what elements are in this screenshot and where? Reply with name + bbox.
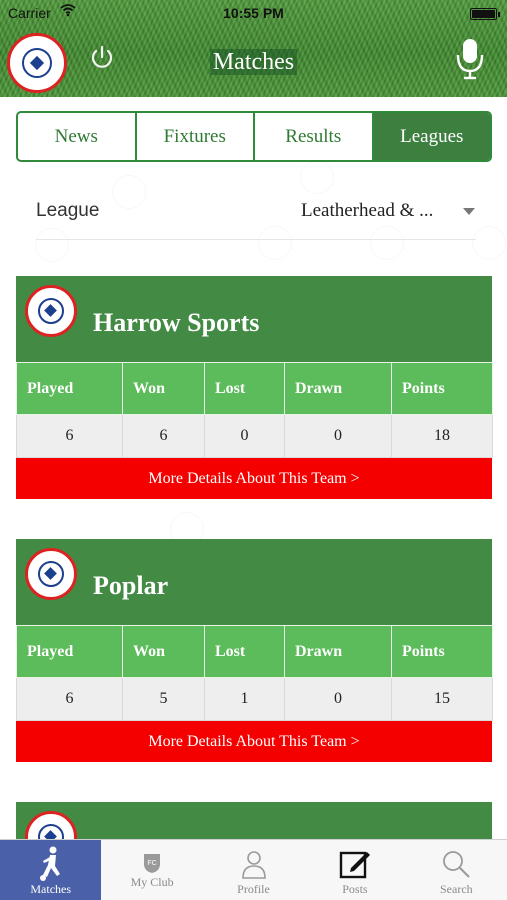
grass-roots-stats-logo	[25, 285, 77, 337]
table-row: 6 6 0 0 18	[16, 414, 493, 458]
col-drawn: Drawn	[284, 362, 392, 415]
tab-label: My Club	[130, 875, 174, 889]
tab-my-club[interactable]: FC My Club	[101, 840, 202, 900]
battery-icon	[470, 8, 500, 20]
tab-label: Profile	[237, 882, 270, 896]
chevron-down-icon	[463, 208, 475, 215]
team-stats-table: Played Won Lost Drawn Points 6 6 0 0 18	[16, 362, 493, 458]
page-title: Matches	[0, 49, 507, 76]
status-bar: Carrier 10:55 PM	[0, 0, 507, 26]
section-segmented-control: News Fixtures Results Leagues	[16, 111, 492, 162]
segment-results[interactable]: Results	[255, 113, 374, 160]
col-drawn: Drawn	[284, 625, 392, 678]
points-value: 18	[391, 414, 493, 458]
drawn-value: 0	[284, 677, 392, 721]
team-card-header: Poplar	[16, 539, 492, 625]
grass-roots-stats-logo	[25, 811, 77, 839]
col-played: Played	[16, 625, 123, 678]
tab-label: Search	[440, 882, 473, 896]
grass-roots-stats-logo	[25, 548, 77, 600]
segment-leagues[interactable]: Leagues	[373, 113, 490, 160]
tab-search[interactable]: Search	[406, 840, 507, 900]
search-icon	[443, 851, 471, 878]
clock: 10:55 PM	[223, 5, 284, 21]
team-card-header	[16, 802, 492, 839]
league-value: Leatherhead & ...	[301, 200, 434, 221]
svg-text:FC: FC	[147, 860, 156, 867]
segment-news[interactable]: News	[18, 113, 137, 160]
table-row: 6 5 1 0 15	[16, 677, 493, 721]
football-player-icon	[39, 846, 60, 881]
lost-value: 0	[204, 414, 285, 458]
microphone-icon[interactable]	[455, 37, 485, 81]
col-won: Won	[122, 362, 205, 415]
won-value: 6	[122, 414, 205, 458]
col-played: Played	[16, 362, 123, 415]
won-value: 5	[122, 677, 205, 721]
drawn-value: 0	[284, 414, 392, 458]
team-card: Harrow Sports Played Won Lost Drawn Poin…	[16, 276, 493, 499]
league-selector[interactable]: League Leatherhead & ...	[36, 190, 476, 240]
team-details-button[interactable]: More Details About This Team >	[16, 721, 492, 762]
tab-label: Posts	[342, 882, 368, 896]
club-badge-icon: FC	[144, 854, 161, 873]
team-card	[16, 802, 492, 839]
team-card: Poplar Played Won Lost Drawn Points 6 5 …	[16, 539, 493, 762]
col-points: Points	[391, 362, 493, 415]
lost-value: 1	[204, 677, 285, 721]
person-icon	[241, 851, 266, 879]
col-lost: Lost	[204, 625, 285, 678]
league-label: League	[36, 200, 100, 221]
team-details-button[interactable]: More Details About This Team >	[16, 458, 492, 499]
tab-label: Matches	[30, 882, 72, 896]
watermark-ball	[472, 226, 506, 260]
tab-posts[interactable]: Posts	[304, 840, 405, 900]
table-header-row: Played Won Lost Drawn Points	[16, 362, 493, 415]
segment-fixtures[interactable]: Fixtures	[137, 113, 255, 160]
col-won: Won	[122, 625, 205, 678]
team-name: Harrow Sports	[93, 308, 260, 337]
table-header-row: Played Won Lost Drawn Points	[16, 625, 493, 678]
tab-bar: Matches FC My Club Profile Posts Search	[0, 839, 507, 900]
tab-profile[interactable]: Profile	[203, 840, 304, 900]
points-value: 15	[391, 677, 493, 721]
played-value: 6	[16, 677, 123, 721]
edit-icon	[339, 851, 370, 879]
header: Carrier 10:55 PM Matches	[0, 0, 507, 97]
tab-matches[interactable]: Matches	[0, 840, 102, 900]
col-points: Points	[391, 625, 493, 678]
played-value: 6	[16, 414, 123, 458]
team-stats-table: Played Won Lost Drawn Points 6 5 1 0 15	[16, 625, 493, 721]
team-card-header: Harrow Sports	[16, 276, 492, 362]
col-lost: Lost	[204, 362, 285, 415]
watermark-ball	[300, 160, 334, 194]
team-name: Poplar	[93, 571, 169, 600]
